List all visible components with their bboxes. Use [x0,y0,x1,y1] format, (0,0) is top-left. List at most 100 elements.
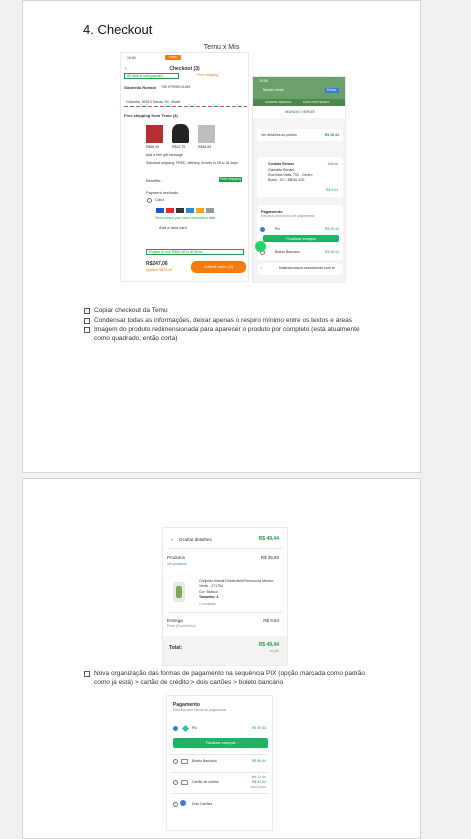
mundoverde-checkout-screenshot: 18:58 Mundo Verde Entrar COMPRA SEGURA 1… [252,76,346,283]
payment-methods-label: Payment methods [146,190,179,195]
contact-title: Contato Renani [268,162,294,166]
login-button[interactable]: Entrar [325,88,339,93]
product-thumbnail-2[interactable] [172,124,189,143]
eligible-note: Eligible to use R$50 off in all items [146,249,244,255]
finalize-button[interactable]: Finalizar compra [263,235,339,242]
back-arrow-icon[interactable]: ‹ [261,266,262,271]
details-label: Ver detalhes do pedido [261,133,297,137]
details-price: R$ 49,44 [324,133,339,137]
card-safe-note: Temu keeps your card information safe [155,216,216,220]
checkout-title: Checkout (3) [169,66,200,72]
product-price-1: R$65,95 [146,145,160,149]
delivery-price: R$ 9,64 [325,188,338,192]
card-logo-icon [156,208,164,213]
checklist-text: Copiar checkout da Temu [94,307,168,314]
checkbox[interactable] [84,308,90,314]
checklist-page1: Copiar checkout da Temu Condensar todas … [84,307,374,344]
checkbox[interactable] [84,671,90,677]
store-name: Mundo Verde [263,88,284,92]
submit-order-button[interactable]: Submit order (3) [191,261,246,273]
two-cards-radio[interactable] [173,802,178,807]
card-brand-logos [156,208,214,213]
checklist-item[interactable]: Condensar todas as informações, deixar a… [84,317,374,326]
chevron-up-icon[interactable]: ^ [171,538,173,543]
total-price: R$ 49,44 [258,642,279,648]
boleto-radio[interactable] [173,759,178,764]
summary-price: R$ 49,44 [258,536,279,542]
secure-bar-right: 100% PROTEGIDO [303,100,330,104]
mis-logo: MUNDO VERDE [253,106,345,118]
payment-card: Pagamento Escolha uma forma de pagamento… [257,205,343,260]
browser-url[interactable]: finalizarcompra.mundoverde.com.br [279,266,335,271]
card-radio[interactable] [147,198,152,203]
section-heading: 4. Checkout [83,22,153,37]
pix-price: R$ 49,44 [324,227,339,231]
divider [167,612,283,613]
total-label: Total: [169,645,183,651]
address-line: Colombo, 80013 Sasua, SC, Brazil [126,100,181,104]
checklist-text: Condensar todas as informações, deixar a… [94,316,352,324]
card-option-label: Card [155,197,164,202]
two-cards-icon [180,800,186,806]
comparison-caption: Temu x Mis [203,44,240,51]
temu-total: R$247,06 [146,261,168,267]
card-logo-icon [166,208,174,213]
card-price-sub: sem juros [250,785,266,789]
document-page-2: ^ Ocultar detalhes R$ 49,44 Produtos R$ … [22,478,421,839]
checkbox[interactable] [84,317,90,324]
products-label: Produtos [167,555,186,560]
pix-radio[interactable] [173,726,178,731]
see-products-link[interactable]: Ver produtos [167,562,187,567]
address-border [124,106,247,107]
secure-bar-left: COMPRA SEGURA [265,100,292,104]
finalize-button[interactable]: Finalizar compra [173,738,268,748]
pix-price: R$ 49,44 [251,726,266,730]
payment-subtitle: Escolha uma forma de pagamento [173,708,227,712]
document-page-1: 4. Checkout Temu x Mis 16:50 TEMU ‹ Chec… [22,0,421,473]
temu-checkout-screenshot: 16:50 TEMU ‹ Checkout (3) All data is sa… [120,52,249,282]
delivery-price: R$ 9,64 [263,618,279,623]
add-card-link[interactable]: Add a new card [159,225,187,230]
contact-edit-link[interactable]: Alterar [328,162,338,167]
credit-card-icon [181,780,188,785]
barcode-icon [181,759,188,764]
checklist-item[interactable]: Nova organização das formas de pagamento… [84,670,374,687]
payment-options-screenshot: Pagamento Escolha uma forma de pagamento… [166,695,273,831]
product-thumbnail-3[interactable] [198,125,215,143]
card-logo-icon [206,208,214,213]
product-name: Conjunto Infantil Dinobrotinh/Formosura … [199,579,274,588]
gift-message-link[interactable]: Add a free gift message [146,153,183,158]
divider [171,754,268,755]
benefits-label: Benefits [146,178,161,183]
checklist-item[interactable]: Copiar checkout da Temu [84,307,374,316]
whatsapp-icon[interactable] [255,241,266,252]
contact-line: Brasil - SC / 88010-100 [268,178,305,182]
pix-icon [181,724,190,733]
contact-card: Contato Renani Alterar Gabriella Renani … [257,157,343,197]
details-card[interactable]: Ver detalhes do pedido R$ 49,44 [257,129,343,141]
boleto-price: R$ 49,44 [324,250,339,254]
total-sub: no pix [269,649,279,653]
product-price-2: R$23,75 [172,145,186,149]
safeguard-badge: All data is safeguarded [124,73,179,79]
pix-label: Pix [192,726,197,730]
free-shipping-note: Free shipping [197,73,219,77]
status-time: 18:58 [259,79,268,83]
product-image [173,582,185,602]
hide-details-link[interactable]: Ocultar detalhes [179,537,212,542]
product-size: Tamanho: 4 [199,595,219,599]
checklist-page2: Nova organização das formas de pagamento… [84,670,374,688]
boleto-label: Boleto Bancário [192,759,217,763]
boleto-price: R$ 49,44 [251,759,266,763]
delivery-info: Standard shipping: FREE, delivery: Arriv… [146,161,238,165]
divider [167,548,283,549]
product-thumbnail-1[interactable] [146,125,163,143]
product-quantity: 2 unidades [199,602,217,606]
temu-total-discount: Applied R$29 off [146,268,172,272]
address-name: Gabriella Roriani [124,85,157,90]
card-label: Cartão de crédito [192,780,219,784]
card-radio[interactable] [173,780,178,785]
checkbox[interactable] [84,327,90,333]
checklist-item[interactable]: Imagem do produto redimensionada para ap… [84,326,374,343]
pix-radio[interactable] [260,227,265,232]
